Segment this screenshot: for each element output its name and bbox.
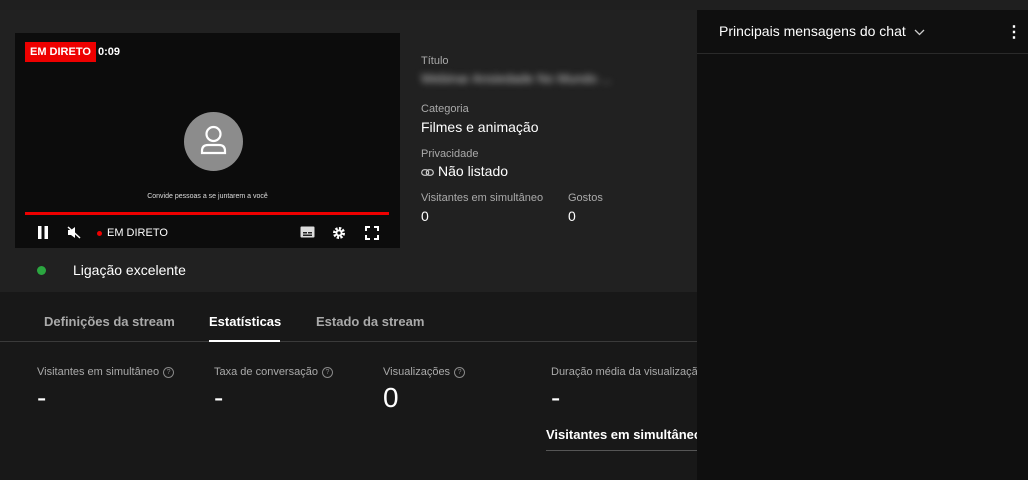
privacy-value-text: Não listado	[438, 163, 509, 179]
stat-value: 0	[383, 382, 399, 413]
more-options-icon[interactable]: ⋮	[1006, 22, 1022, 42]
tab-stream-settings[interactable]: Definições da stream	[44, 314, 175, 329]
stat-concurrent-viewers: Visitantes em simultâneo? -	[37, 366, 175, 414]
settings-gear-icon[interactable]	[332, 226, 346, 240]
live-indicator-label: EM DIRETO	[107, 227, 168, 239]
category-label: Categoria	[421, 103, 469, 115]
stat-value: -	[37, 382, 47, 413]
stat-label-text: Visitantes em simultâneo	[37, 366, 160, 378]
likes-value: 0	[568, 208, 576, 224]
stat-label-text: Taxa de conversação	[214, 366, 318, 378]
help-icon[interactable]: ?	[454, 366, 466, 378]
chat-mode-label: Principais mensagens do chat	[719, 23, 906, 39]
title-label: Título	[421, 55, 449, 67]
avatar	[184, 112, 243, 171]
chevron-down-icon	[914, 29, 925, 36]
live-badge: EM DIRETO	[25, 42, 96, 62]
help-icon[interactable]: ?	[163, 366, 175, 378]
person-icon	[200, 125, 227, 155]
tab-statistics[interactable]: Estatísticas	[209, 314, 281, 329]
live-dot	[97, 230, 102, 236]
viewers-value: 0	[421, 208, 429, 224]
stats-subtab-concurrent-viewers[interactable]: Visitantes em simultâneo	[546, 427, 697, 451]
stat-label: Duração média da visualização	[551, 366, 697, 378]
fullscreen-icon[interactable]	[365, 226, 379, 240]
active-tab-indicator	[209, 340, 280, 342]
privacy-label: Privacidade	[421, 148, 479, 160]
pause-icon[interactable]	[37, 226, 49, 239]
help-icon[interactable]: ?	[321, 366, 333, 378]
likes-label: Gostos	[568, 192, 603, 204]
mute-icon[interactable]	[67, 226, 81, 239]
connection-label: Ligação excelente	[73, 262, 186, 278]
invite-text: Convide pessoas a se juntarem a você	[147, 193, 268, 200]
chat-mode-dropdown[interactable]: Principais mensagens do chat	[719, 23, 925, 39]
stat-label: Taxa de conversação?	[214, 366, 333, 378]
tab-bar: Definições da stream Estatísticas Estado…	[0, 300, 697, 342]
chat-header: Principais mensagens do chat ⋮	[697, 10, 1028, 54]
privacy-value: Não listado	[421, 163, 508, 179]
stat-label: Visitantes em simultâneo?	[37, 366, 175, 378]
connection-dot	[37, 266, 46, 275]
stream-title-value: Webinar Ansiedade No Mundo ...	[421, 71, 612, 85]
live-indicator[interactable]: EM DIRETO	[97, 227, 168, 239]
stat-value: -	[214, 382, 224, 413]
stat-label-text: Visualizações	[383, 366, 451, 378]
top-bar	[0, 0, 1028, 10]
category-value: Filmes e animação	[421, 119, 539, 135]
stat-label: Visualizações?	[383, 366, 466, 378]
tab-stream-status[interactable]: Estado da stream	[316, 314, 424, 329]
live-timer: 0:09	[98, 46, 121, 58]
live-chat-panel: Principais mensagens do chat ⋮	[697, 10, 1028, 480]
stat-views: Visualizações? 0	[383, 366, 466, 414]
stat-avg-watch-time: Duração média da visualização -	[551, 366, 697, 414]
link-icon	[421, 168, 434, 176]
video-player[interactable]: EM DIRETO 0:09 Convide pessoas a se junt…	[15, 33, 400, 248]
progress-bar[interactable]	[25, 212, 389, 215]
stat-value: -	[551, 382, 561, 413]
captions-icon[interactable]	[300, 226, 315, 238]
viewers-label: Visitantes em simultâneo	[421, 192, 544, 204]
stat-chat-rate: Taxa de conversação? -	[214, 366, 333, 414]
